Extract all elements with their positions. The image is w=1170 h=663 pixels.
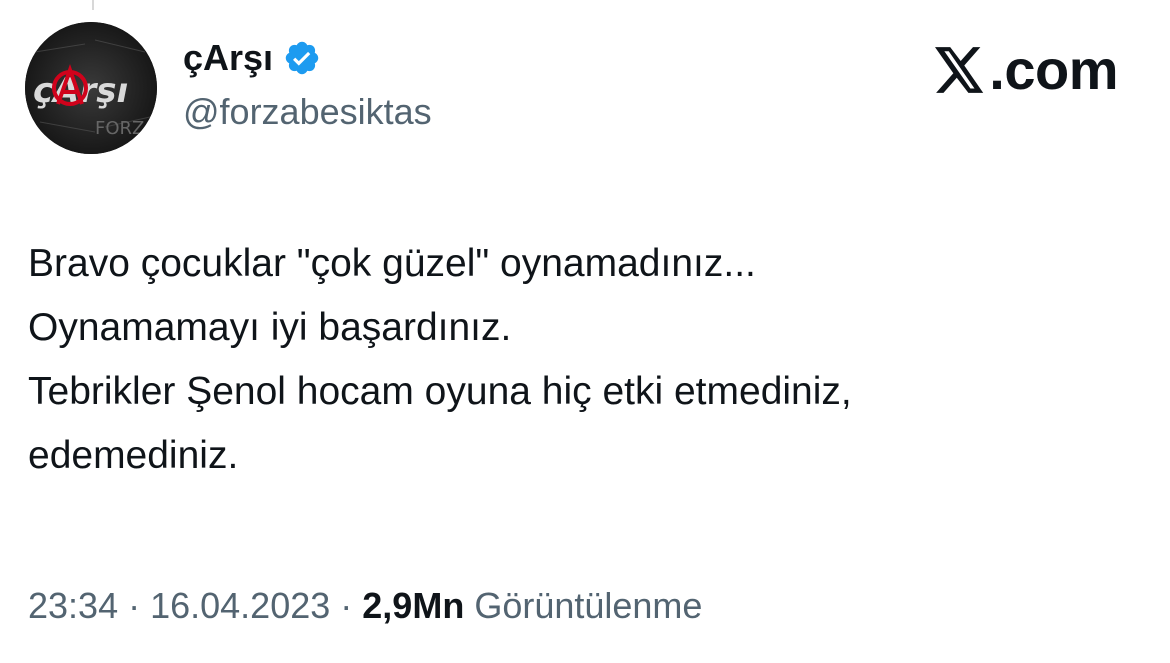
tweet-date[interactable]: 16.04.2023 <box>150 584 330 628</box>
tweet-line: Tebrikler Şenol hocam oyuna hiç etki etm… <box>28 370 852 413</box>
views-count[interactable]: 2,9Mn <box>362 584 464 628</box>
tweet-line: edemediniz. <box>28 434 239 477</box>
meta-separator: · <box>128 585 141 626</box>
verified-badge-icon <box>283 39 321 77</box>
x-brand: .com <box>935 40 1118 100</box>
display-name[interactable]: çArşı <box>183 36 273 80</box>
tweet-line: Bravo çocuklar "çok güzel" oynamadınız..… <box>28 242 756 285</box>
tweet-time[interactable]: 23:34 <box>28 584 118 628</box>
tweet-card: çArşı FORZ çArşı @forzabesiktas .com Bra… <box>0 0 1170 663</box>
brand-domain: .com <box>989 38 1118 101</box>
author-name-row[interactable]: çArşı <box>183 36 321 80</box>
divider <box>92 0 94 10</box>
meta-separator: · <box>340 585 353 626</box>
views-label: Görüntülenme <box>474 585 703 626</box>
user-handle[interactable]: @forzabesiktas <box>183 90 432 134</box>
svg-text:FORZ: FORZ <box>95 118 144 139</box>
tweet-text: Bravo çocuklar "çok güzel" oynamadınız..… <box>28 232 1148 488</box>
tweet-meta: 23:34 · 16.04.2023 · 2,9Mn Görüntülenme <box>28 584 702 628</box>
carsi-avatar-icon: çArşı FORZ <box>25 22 157 154</box>
avatar[interactable]: çArşı FORZ <box>25 22 157 154</box>
tweet-line: Oynamamayı iyi başardınız. <box>28 306 512 349</box>
x-logo-icon <box>935 47 985 93</box>
